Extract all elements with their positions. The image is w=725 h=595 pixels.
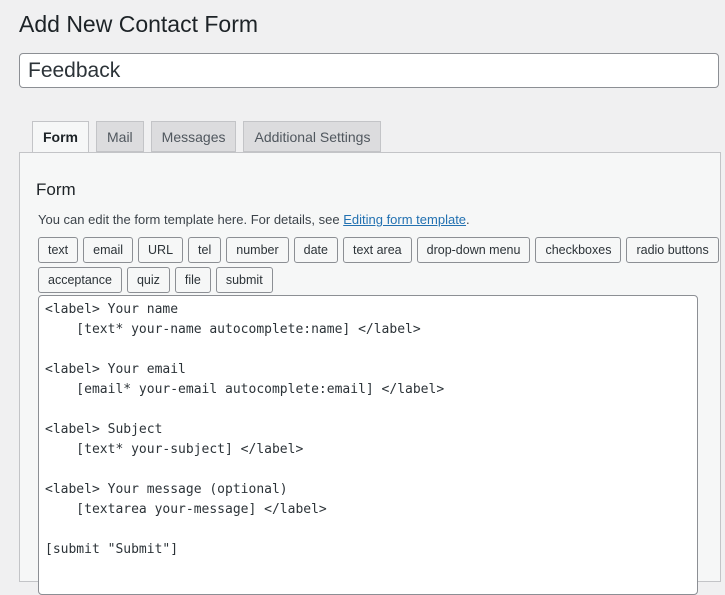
form-panel-heading: Form xyxy=(36,180,76,199)
tab-form[interactable]: Form xyxy=(32,121,89,153)
tag-dropdown-menu-button[interactable]: drop-down menu xyxy=(416,237,531,263)
tab-additional-settings[interactable]: Additional Settings xyxy=(243,121,382,152)
tag-generator-row-2: acceptance quiz file submit xyxy=(38,267,273,293)
tag-acceptance-button[interactable]: acceptance xyxy=(38,267,122,293)
tag-checkboxes-button[interactable]: checkboxes xyxy=(535,237,622,263)
page-title: Add New Contact Form xyxy=(19,11,259,37)
editing-form-template-link[interactable]: Editing form template xyxy=(343,212,466,227)
description-period: . xyxy=(466,212,470,227)
tab-mail[interactable]: Mail xyxy=(96,121,144,152)
tab-messages[interactable]: Messages xyxy=(150,121,237,152)
form-template-editor[interactable]: <label> Your name [text* your-name autoc… xyxy=(38,295,698,595)
tag-url-button[interactable]: URL xyxy=(138,237,184,263)
tag-file-button[interactable]: file xyxy=(174,267,211,293)
description-text: You can edit the form template here. For… xyxy=(38,212,344,227)
tag-radio-buttons-button[interactable]: radio buttons xyxy=(626,237,719,263)
form-title-input[interactable] xyxy=(19,53,719,88)
tag-email-button[interactable]: email xyxy=(83,237,134,263)
tag-quiz-button[interactable]: quiz xyxy=(126,267,170,293)
editor-tabs: Form Mail Messages Additional Settings xyxy=(32,121,382,153)
tag-submit-button[interactable]: submit xyxy=(215,267,273,293)
tag-textarea-button[interactable]: text area xyxy=(342,237,412,263)
tag-tel-button[interactable]: tel xyxy=(188,237,222,263)
tag-generator-row-1: text email URL tel number date text area… xyxy=(38,237,719,263)
tag-date-button[interactable]: date xyxy=(293,237,338,263)
form-panel-description: You can edit the form template here. For… xyxy=(38,212,470,227)
tag-number-button[interactable]: number xyxy=(226,237,289,263)
tag-text-button[interactable]: text xyxy=(38,237,79,263)
form-panel: Form You can edit the form template here… xyxy=(19,152,721,595)
